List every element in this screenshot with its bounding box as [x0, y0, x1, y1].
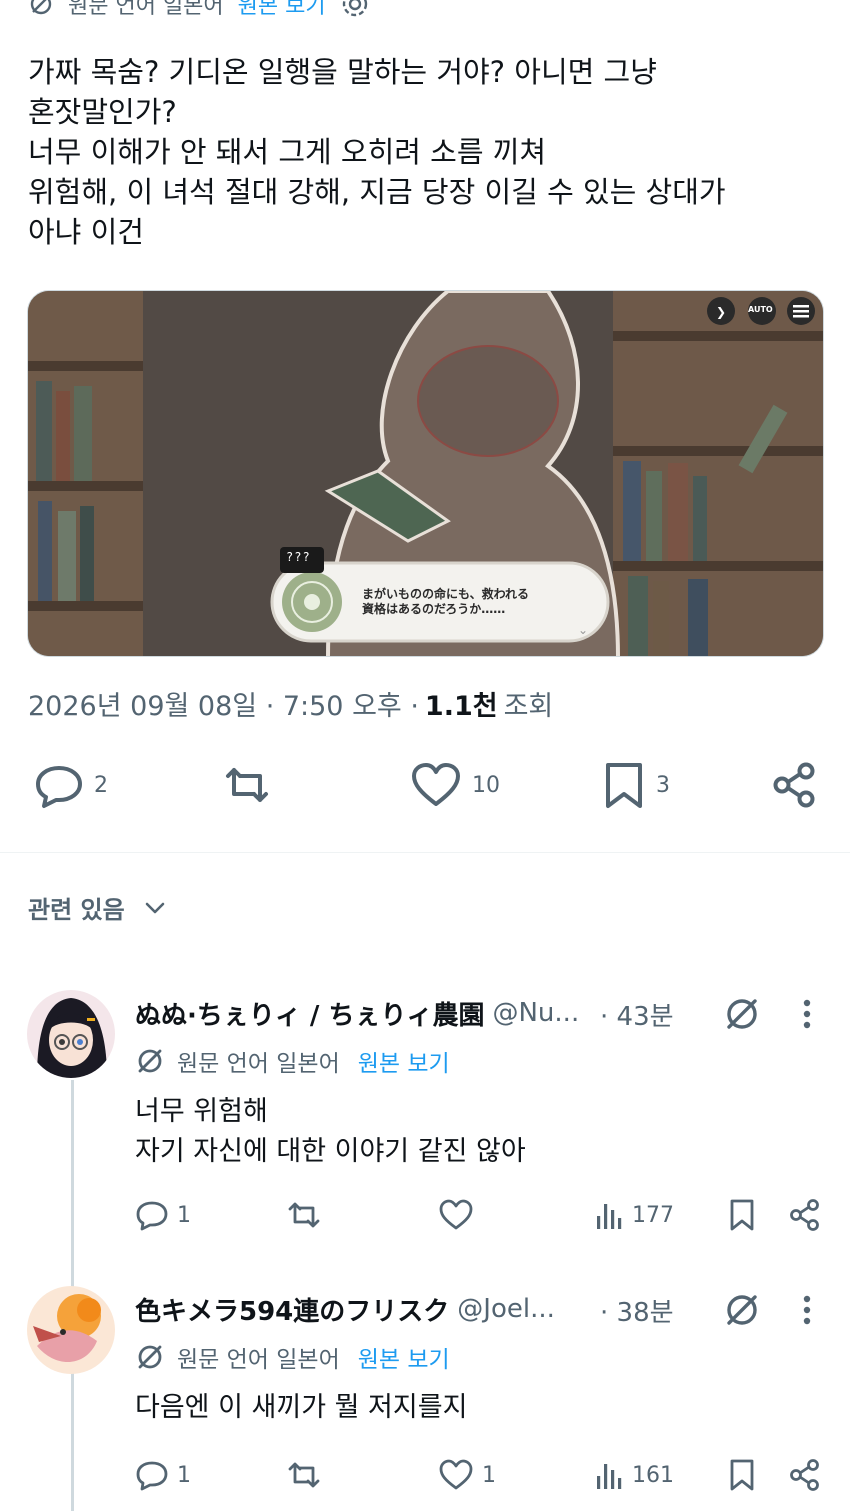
- translate-icon: [138, 1345, 162, 1369]
- bookmark-icon: [730, 1459, 754, 1491]
- translate-icon[interactable]: [722, 1290, 762, 1334]
- reply-text: 다음엔 이 새끼가 뭘 저지를지: [135, 1388, 467, 1428]
- reply-button[interactable]: 1: [135, 1458, 191, 1492]
- reply-time[interactable]: · 38분: [600, 1292, 674, 1329]
- retweet-button[interactable]: [286, 1458, 322, 1492]
- reply-translation-row: 원문 언어 일본어 원본 보기: [135, 1044, 450, 1078]
- reply-author-handle[interactable]: @Joel...: [457, 1294, 555, 1324]
- bookmark-button[interactable]: [728, 1198, 756, 1232]
- views-count: 161: [632, 1462, 674, 1488]
- retweet-icon: [226, 768, 268, 802]
- reply-author-name[interactable]: ぬぬ·ちぇりィ / ちぇりィ農園: [135, 995, 484, 1032]
- retweet-button[interactable]: [286, 1198, 322, 1232]
- avatar[interactable]: [27, 1286, 115, 1374]
- svg-text:❯: ❯: [716, 305, 726, 319]
- heart-icon: [439, 1199, 473, 1230]
- bookmark-icon: [606, 763, 642, 808]
- reply-button[interactable]: 1: [135, 1198, 191, 1232]
- translate-icon[interactable]: [722, 994, 762, 1038]
- svg-text:⌄: ⌄: [578, 623, 588, 637]
- reply-header: ぬぬ·ちぇりィ / ちぇりィ農園 @Nu...: [135, 995, 579, 1032]
- reply-button[interactable]: 2: [34, 760, 108, 810]
- dialog-speaker-label: ???: [286, 550, 311, 564]
- reply-count: 2: [94, 772, 108, 798]
- more-options-icon[interactable]: [802, 1294, 812, 1330]
- bookmark-count: 3: [656, 772, 670, 798]
- avatar[interactable]: [27, 990, 115, 1078]
- bookmark-icon: [730, 1199, 754, 1231]
- dialog-line: 資格はあるのだろうか……: [362, 602, 506, 616]
- reply-icon: [136, 1461, 168, 1491]
- reply-text-line: 자기 자신에 대한 이야기 같진 않아: [135, 1136, 526, 1167]
- share-icon: [790, 1199, 819, 1231]
- reply-actions: 1 1 161: [0, 1458, 850, 1498]
- reply-header: 色キメラ594連のフリスク @Joel...: [135, 1291, 555, 1328]
- tweet-timestamp[interactable]: 2026년 09월 08일 · 7:50 오후 ·: [28, 684, 419, 723]
- reply-translation-row: 원문 언어 일본어 원본 보기: [135, 1340, 450, 1374]
- reply-author-name[interactable]: 色キメラ594連のフリスク: [135, 1291, 449, 1328]
- heart-icon: [412, 763, 460, 806]
- reply-text-line: 너무 위험해: [135, 1096, 268, 1127]
- views-button[interactable]: 177: [594, 1198, 674, 1232]
- reply-count: 1: [177, 1462, 191, 1488]
- gear-icon[interactable]: [340, 0, 370, 19]
- reply-time[interactable]: · 43분: [600, 996, 674, 1033]
- share-icon: [773, 762, 815, 808]
- like-button[interactable]: [438, 1198, 482, 1232]
- reply-count: 1: [177, 1202, 191, 1228]
- retweet-icon: [288, 1462, 320, 1488]
- views-chart-icon: [597, 1464, 622, 1489]
- tweet-media-image[interactable]: ❯ ⌄ ??? AUTO まがいものの命にも、救われる 資格はあるのだろうか……: [27, 290, 824, 657]
- bookmark-button[interactable]: [728, 1458, 756, 1492]
- tweet-actions: 2 10 3: [0, 760, 850, 824]
- views-count: 1.1천: [424, 691, 498, 722]
- translation-prefix: 원문 언어 일본어: [68, 0, 224, 19]
- tweet-text-line: 너무 이해가 안 돼서 그게 오히려 소름 끼쳐: [28, 135, 547, 169]
- reply-text: 너무 위험해 자기 자신에 대한 이야기 같진 않아: [135, 1092, 526, 1172]
- show-original-link[interactable]: 원본 보기: [358, 1340, 450, 1374]
- auto-button-label: AUTO: [748, 305, 773, 314]
- tweet-text-line: 가짜 목숨? 기디온 일행을 말하는 거야? 아니면 그냥: [28, 55, 657, 89]
- translation-prefix: 원문 언어 일본어: [177, 1347, 340, 1373]
- like-button[interactable]: 1: [438, 1458, 496, 1492]
- share-button[interactable]: [788, 1458, 822, 1492]
- reply-text-line: 다음엔 이 새끼가 뭘 저지를지: [135, 1392, 468, 1423]
- related-sort-dropdown[interactable]: 관련 있음: [28, 890, 167, 925]
- retweet-button[interactable]: [220, 760, 274, 810]
- show-original-link[interactable]: 원본 보기: [238, 0, 326, 20]
- section-divider: [0, 852, 850, 853]
- show-original-link[interactable]: 원본 보기: [358, 1044, 450, 1078]
- share-icon: [790, 1459, 819, 1491]
- tweet-text-line: 혼잣말인가?: [28, 95, 177, 129]
- tweet-text: 가짜 목숨? 기디온 일행을 말하는 거야? 아니면 그냥 혼잣말인가? 너무 …: [28, 52, 818, 252]
- tweet-text-line: 위험해, 이 녀석 절대 강해, 지금 당장 이길 수 있는 상대가: [28, 175, 726, 209]
- dialog-line: まがいものの命にも、救われる: [362, 587, 530, 601]
- like-button[interactable]: 10: [410, 760, 500, 810]
- share-button[interactable]: [788, 1198, 822, 1232]
- tweet-text-line: 아냐 이건: [28, 215, 144, 249]
- heart-icon: [439, 1459, 473, 1490]
- related-label: 관련 있음: [28, 896, 125, 924]
- like-count: 10: [472, 772, 500, 798]
- bookmark-button[interactable]: 3: [602, 760, 670, 810]
- views-button[interactable]: 161: [594, 1458, 674, 1492]
- reply-icon: [136, 1201, 168, 1231]
- translate-icon: [138, 1049, 162, 1073]
- tweet-meta: 2026년 09월 08일 · 7:50 오후 · 1.1천 조회: [28, 684, 553, 723]
- tweet-translation-row: 원문 언어 일본어 원본 보기: [28, 0, 370, 20]
- views-label: 조회: [503, 691, 554, 722]
- share-button[interactable]: [770, 760, 820, 810]
- views-chart-icon: [597, 1204, 622, 1229]
- translation-prefix: 원문 언어 일본어: [177, 1051, 340, 1077]
- dialog-text: まがいものの命にも、救われる 資格はあるのだろうか……: [362, 587, 529, 617]
- chevron-down-icon: [145, 902, 164, 913]
- more-options-icon[interactable]: [802, 998, 812, 1034]
- reply-author-handle[interactable]: @Nu...: [492, 998, 579, 1028]
- reply-icon: [36, 766, 82, 808]
- like-count: 1: [482, 1462, 496, 1488]
- reply-actions: 1 177: [0, 1198, 850, 1238]
- views-count: 177: [632, 1202, 674, 1228]
- retweet-icon: [288, 1202, 320, 1228]
- translate-icon: [30, 0, 52, 15]
